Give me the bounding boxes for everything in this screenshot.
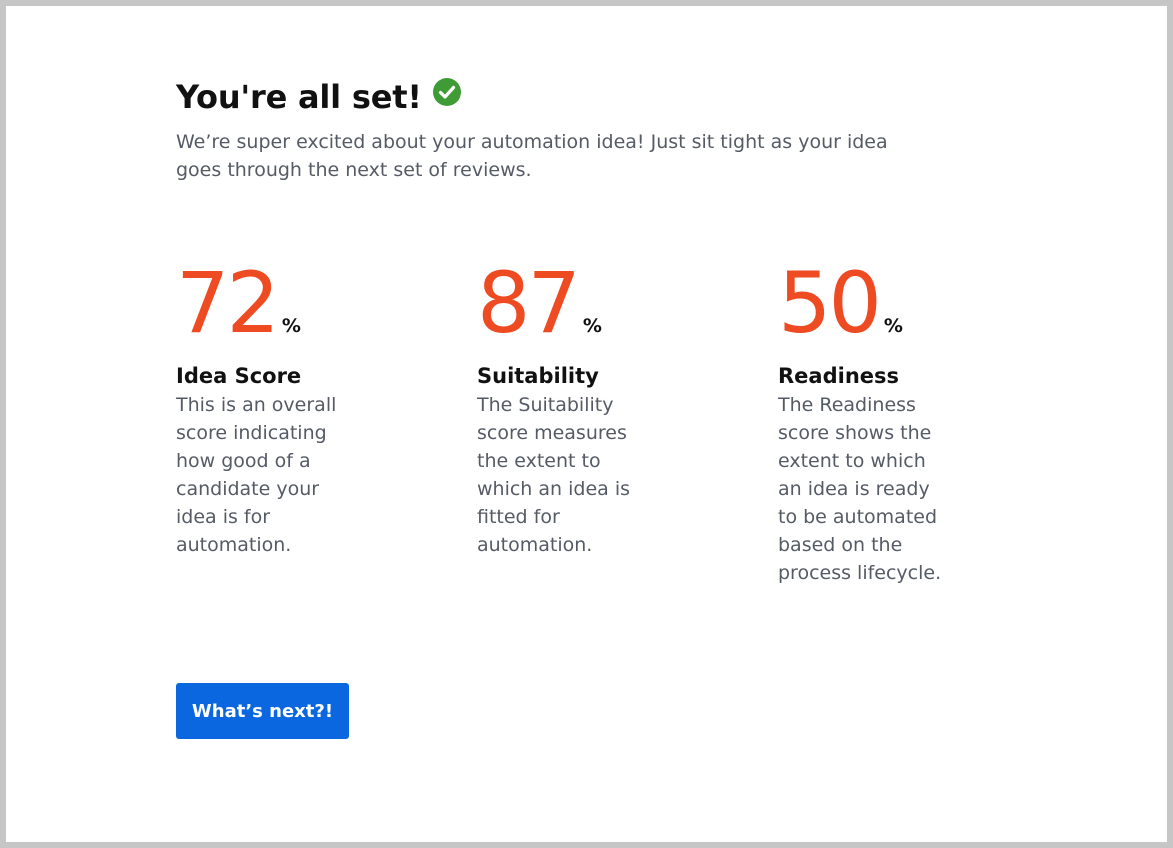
metric-unit: % <box>883 315 903 337</box>
metric-value: 72 <box>176 254 280 352</box>
check-circle-icon <box>432 78 461 106</box>
metric-unit: % <box>582 315 602 337</box>
metric-description: The Readiness score shows the extent to … <box>778 394 942 584</box>
page-subtitle: We’re super excited about your automatio… <box>176 131 888 181</box>
metric-label: Readiness <box>778 364 900 388</box>
header: You're all set! <box>176 78 461 116</box>
page-title: You're all set! <box>176 78 422 116</box>
metric-unit: % <box>281 315 301 337</box>
metric-description: The Suitability score measures the exten… <box>477 394 631 556</box>
metric-label: Suitability <box>477 364 599 388</box>
metric-value: 87 <box>477 254 581 352</box>
metric-value-row: 50 % <box>778 256 958 351</box>
metric-label: Idea Score <box>176 364 302 388</box>
whats-next-button[interactable]: What’s next?! <box>176 683 349 739</box>
metric-description: This is an overall score indicating how … <box>176 394 337 556</box>
metric-value: 50 <box>778 254 882 352</box>
metric-value-row: 87 % <box>477 256 657 351</box>
metric-readiness: 50 % Readiness The Readiness score shows… <box>778 256 958 587</box>
metric-idea-score: 72 % Idea Score This is an overall score… <box>176 256 356 559</box>
metric-value-row: 72 % <box>176 256 356 351</box>
metric-suitability: 87 % Suitability The Suitability score m… <box>477 256 657 559</box>
page-frame: You're all set! We’re super excited abou… <box>6 6 1167 842</box>
